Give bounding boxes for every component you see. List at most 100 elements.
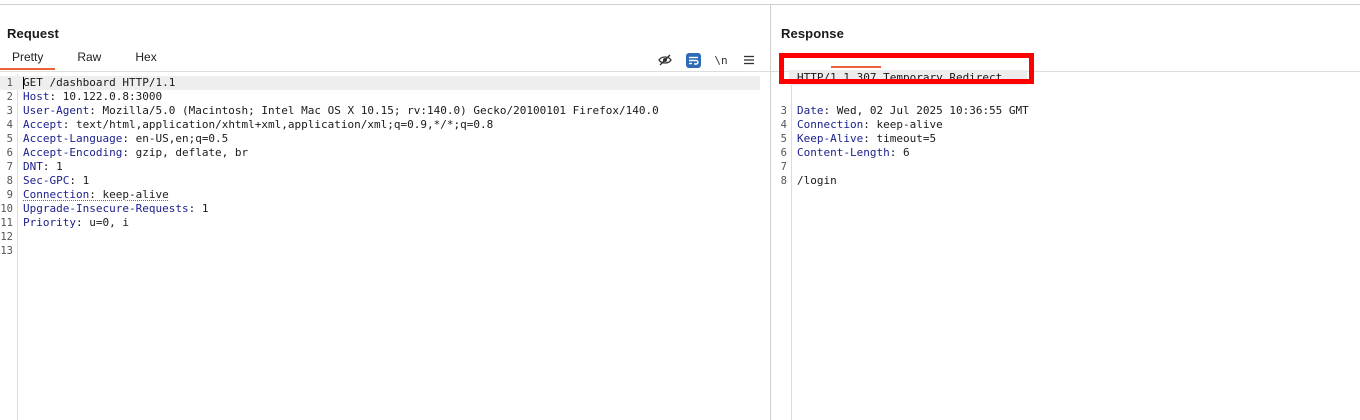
line-number: 8 <box>780 175 787 187</box>
code-line[interactable]: 7 DNT: 1 <box>0 160 770 174</box>
code-text: Accept-Encoding: gzip, deflate, br <box>23 146 248 160</box>
code-line[interactable]: 8 Sec-GPC: 1 <box>0 174 770 188</box>
response-title: Response <box>781 26 844 41</box>
header-name: Accept-Language <box>23 132 123 145</box>
code-line[interactable]: 10 Upgrade-Insecure-Requests: 1 <box>0 202 770 216</box>
header-name: Accept <box>23 118 63 131</box>
code-text: Sec-GPC: 1 <box>23 174 89 188</box>
line-number: 4 <box>6 119 13 131</box>
header-name: DNT <box>23 160 43 173</box>
menu-icon[interactable] <box>740 52 758 68</box>
line-number: 3 <box>6 105 13 117</box>
hide-eye-icon[interactable] <box>656 52 674 68</box>
code-text: Connection: keep-alive <box>23 188 169 202</box>
code-line[interactable]: 11 Priority: u=0, i <box>0 216 770 230</box>
code-line[interactable]: 9 Connection: keep-alive <box>0 188 770 202</box>
line-number: 3 <box>780 105 787 117</box>
code-line[interactable]: 8/login <box>771 174 1360 188</box>
line-number: 2 <box>6 91 13 103</box>
highlight-annotation <box>779 53 1034 84</box>
code-line[interactable]: 5 Keep-Alive: timeout=5 <box>771 132 1360 146</box>
line-number: 10 <box>0 203 13 215</box>
code-line[interactable]: 13 <box>0 244 770 258</box>
request-editor[interactable]: 1 GET /dashboard HTTP/1.1 2 Host: 10.122.0.… <box>0 74 770 420</box>
code-line[interactable]: 1 GET /dashboard HTTP/1.1 <box>0 76 760 90</box>
header-value: : timeout=5 <box>863 132 937 145</box>
line-number: 6 <box>6 147 13 159</box>
line-number: 1 <box>6 77 13 89</box>
code-line[interactable]: 2 Host: 10.122.0.8:3000 <box>0 90 770 104</box>
header-value: : keep-alive <box>89 188 169 201</box>
code-text: Accept-Language: en-US,en;q=0.5 <box>23 132 228 146</box>
header-value: : u=0, i <box>75 216 129 229</box>
line-number: 11 <box>0 217 13 229</box>
header-value: : 1 <box>69 174 90 187</box>
header-value: : 1 <box>42 160 63 173</box>
tab-pretty[interactable]: Pretty <box>0 49 56 70</box>
header-name: Upgrade-Insecure-Requests <box>23 202 189 215</box>
request-lines: 1 GET /dashboard HTTP/1.1 2 Host: 10.122.0.… <box>0 76 770 258</box>
line-number: 5 <box>6 133 13 145</box>
request-panel: Request Pretty Raw Hex \n 1 GET /dashboar… <box>0 5 770 420</box>
request-toolbar: \n <box>656 52 758 68</box>
header-name: Keep-Alive <box>797 132 864 145</box>
line-number: 7 <box>780 161 787 173</box>
tabs-divider <box>0 71 770 72</box>
header-name: Priority <box>23 216 76 229</box>
header-value: : 6 <box>889 146 910 159</box>
code-line[interactable]: 6 Content-Length: 6 <box>771 146 1360 160</box>
header-name: Content-Length <box>797 146 890 159</box>
header-name: Connection <box>797 118 864 131</box>
response-lines: 3 Date: Wed, 02 Jul 2025 10:36:55 GMT 4 Con… <box>771 104 1360 188</box>
code-line[interactable]: 12 <box>0 230 770 244</box>
code-text: Content-Length: 6 <box>797 146 910 160</box>
line-number: 7 <box>6 161 13 173</box>
render-wrap-icon[interactable] <box>684 52 702 68</box>
line-number: 4 <box>780 119 787 131</box>
request-tabs: Pretty Raw Hex <box>0 49 169 71</box>
code-text: DNT: 1 <box>23 160 63 174</box>
code-text: GET /dashboard HTTP/1.1 <box>23 76 175 90</box>
line-number: 8 <box>6 175 13 187</box>
line-number: 13 <box>0 245 13 257</box>
code-line[interactable]: 4 Accept: text/html,application/xhtml+xml… <box>0 118 770 132</box>
header-value: : keep-alive <box>863 118 943 131</box>
code-text: Accept: text/html,application/xhtml+xml,… <box>23 118 493 132</box>
line-number: 12 <box>0 231 13 243</box>
header-value: GET /dashboard HTTP/1.1 <box>23 76 176 89</box>
code-line[interactable]: 7 <box>771 160 1360 174</box>
newline-toggle[interactable]: \n <box>712 52 730 68</box>
header-value: : 10.122.0.8:3000 <box>49 90 163 103</box>
header-value: : text/html,application/xhtml+xml,applic… <box>62 118 494 131</box>
code-text: Keep-Alive: timeout=5 <box>797 132 936 146</box>
code-text: /login <box>797 174 837 188</box>
code-text: Connection: keep-alive <box>797 118 943 132</box>
code-text: Priority: u=0, i <box>23 216 129 230</box>
line-number: 5 <box>780 133 787 145</box>
header-value: /login <box>797 174 837 187</box>
header-name: Connection <box>23 188 90 201</box>
header-name: Accept-Encoding <box>23 146 123 159</box>
code-line[interactable]: 4 Connection: keep-alive <box>771 118 1360 132</box>
request-title: Request <box>7 26 59 41</box>
header-value: : Mozilla/5.0 (Macintosh; Intel Mac OS X… <box>89 104 659 117</box>
header-value: : 1 <box>188 202 209 215</box>
code-line[interactable]: 3 User-Agent: Mozilla/5.0 (Macintosh; Int… <box>0 104 770 118</box>
header-name: Host <box>23 90 50 103</box>
text-cursor <box>23 77 24 89</box>
code-line[interactable]: 6 Accept-Encoding: gzip, deflate, br <box>0 146 770 160</box>
response-editor[interactable]: 3 Date: Wed, 02 Jul 2025 10:36:55 GMT 4 Con… <box>771 74 1360 420</box>
header-name: Sec-GPC <box>23 174 70 187</box>
line-number: 6 <box>780 147 787 159</box>
header-value: : Wed, 02 Jul 2025 10:36:55 GMT <box>823 104 1029 117</box>
code-line[interactable]: 5 Accept-Language: en-US,en;q=0.5 <box>0 132 770 146</box>
header-name: Date <box>797 104 824 117</box>
code-text: User-Agent: Mozilla/5.0 (Macintosh; Inte… <box>23 104 659 118</box>
code-text: Upgrade-Insecure-Requests: 1 <box>23 202 208 216</box>
tab-raw[interactable]: Raw <box>65 49 113 68</box>
code-line[interactable]: 3 Date: Wed, 02 Jul 2025 10:36:55 GMT <box>771 104 1360 118</box>
header-value: : en-US,en;q=0.5 <box>122 132 229 145</box>
tab-hex[interactable]: Hex <box>123 49 168 68</box>
header-value: : gzip, deflate, br <box>122 146 249 159</box>
header-name: User-Agent <box>23 104 90 117</box>
